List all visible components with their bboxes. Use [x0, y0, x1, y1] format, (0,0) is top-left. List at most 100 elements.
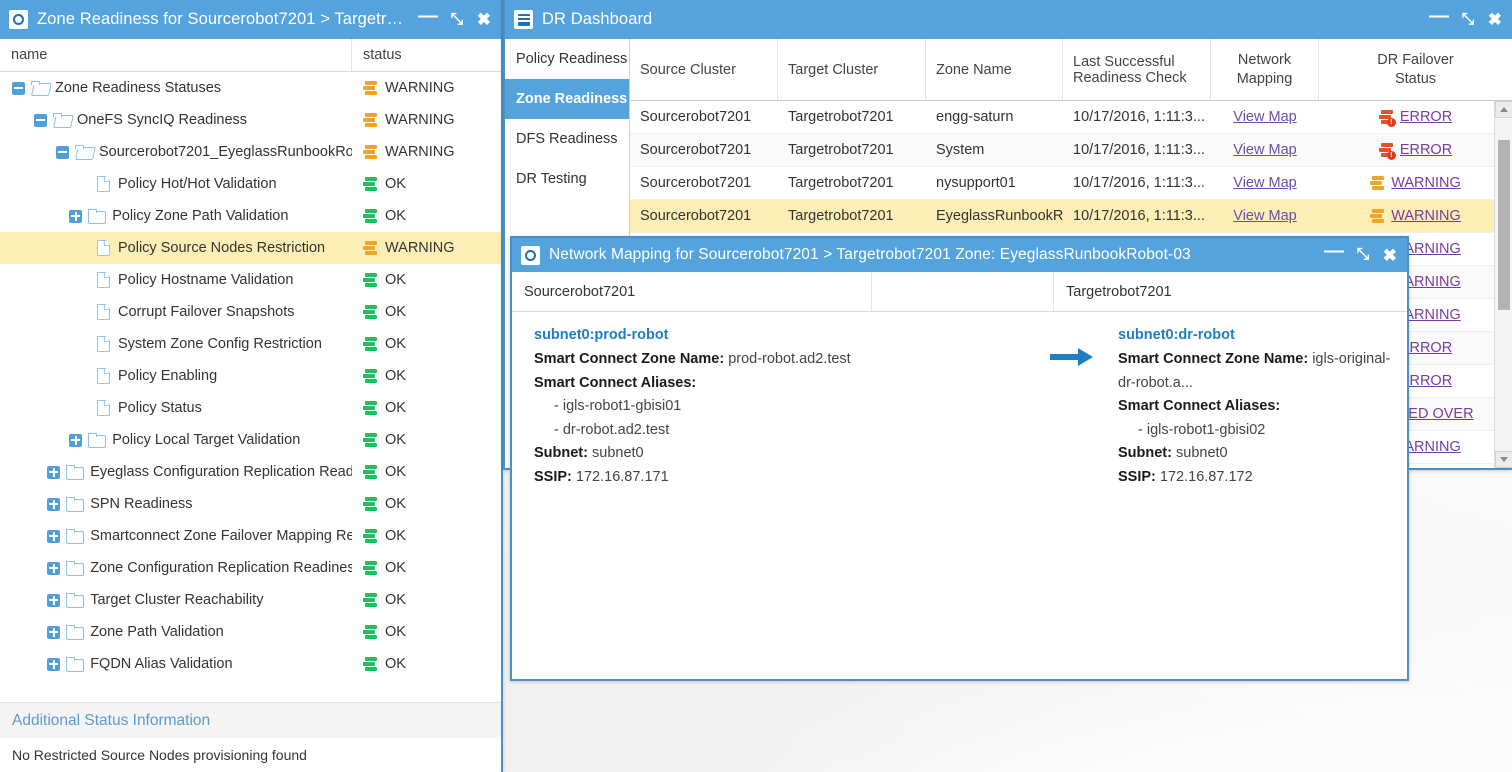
tree-row-status: OK [385, 432, 406, 448]
tree-column-headers: name status [0, 39, 501, 72]
collapse-icon[interactable] [12, 81, 25, 95]
tree-row[interactable]: System Zone Config Restriction OK [0, 328, 501, 360]
tree-row[interactable]: Policy Status OK [0, 392, 501, 424]
tree-row-label: Policy Zone Path Validation [112, 208, 289, 224]
expand-icon[interactable] [69, 209, 83, 223]
tree-row[interactable]: Policy Hot/Hot Validation OK [0, 168, 501, 200]
grid-row[interactable]: Sourcerobot7201 Targetrobot7201 engg-satur… [630, 101, 1512, 134]
cell-dr-failover-status: ERROR [1319, 134, 1512, 166]
expand-icon[interactable] [47, 625, 61, 639]
dr-failover-status-link[interactable]: ERROR [1400, 109, 1452, 125]
tab-policy-readiness[interactable]: Policy Readiness [505, 39, 629, 79]
tab-zone-readiness[interactable]: Zone Readiness [505, 79, 629, 119]
alias-item: - igls-robot1-gbisi02 [1138, 421, 1266, 438]
column-header-dr-failover-status[interactable]: DR Failover Status [1319, 39, 1512, 100]
tree-row[interactable]: SPN Readiness OK [0, 488, 501, 520]
tree-row-label: Policy Hostname Validation [118, 272, 294, 288]
source-subnet-title: subnet0:prod-robot [534, 327, 669, 343]
tree-row[interactable]: Zone Readiness Statuses WARNING [0, 72, 501, 104]
tree-row-status: OK [385, 560, 406, 576]
tree-row[interactable]: Zone Configuration Replication Readiness… [0, 552, 501, 584]
collapse-icon[interactable] [56, 145, 69, 159]
maximize-button[interactable]: ⤢ [451, 11, 464, 28]
maximize-button[interactable]: ⤢ [1462, 11, 1475, 28]
minimize-button[interactable]: — [1429, 6, 1449, 26]
cell-dr-failover-status: WARNING [1319, 167, 1512, 199]
minimize-button[interactable]: — [1324, 241, 1344, 261]
grid-row[interactable]: Sourcerobot7201 Targetrobot7201 EyeglassRu… [630, 200, 1512, 233]
source-subnet-label: Subnet: [534, 445, 588, 462]
tree-row[interactable]: Policy Hostname Validation OK [0, 264, 501, 296]
minimize-button[interactable]: — [418, 6, 438, 26]
column-header-source-cluster[interactable]: Source Cluster [630, 39, 778, 100]
cell-network-mapping: View Map [1211, 134, 1319, 166]
tree-row[interactable]: Eyeglass Configuration Replication Readi… [0, 456, 501, 488]
close-button[interactable]: ✖ [1383, 247, 1397, 264]
view-map-link[interactable]: View Map [1233, 208, 1296, 224]
tree-row-label: Eyeglass Configuration Replication Readi… [90, 464, 352, 480]
view-map-link[interactable]: View Map [1233, 109, 1296, 125]
expand-icon[interactable] [47, 529, 61, 543]
status-ok-icon [363, 400, 378, 416]
status-ok-icon [363, 368, 378, 384]
column-header-target-cluster[interactable]: Target Cluster [778, 39, 926, 100]
tab-dfs-readiness[interactable]: DFS Readiness [505, 119, 629, 159]
view-map-link[interactable]: View Map [1233, 175, 1296, 191]
grid-row[interactable]: Sourcerobot7201 Targetrobot7201 nysupport0… [630, 167, 1512, 200]
cell-network-mapping: View Map [1211, 101, 1319, 133]
cell-dr-failover-status: ERROR [1319, 101, 1512, 133]
scrollbar-track[interactable] [1495, 118, 1512, 451]
folder-icon [66, 465, 85, 480]
view-map-link[interactable]: View Map [1233, 142, 1296, 158]
expand-icon[interactable] [47, 465, 61, 479]
grid-row[interactable]: Sourcerobot7201 Targetrobot7201 System 10/1… [630, 134, 1512, 167]
app-window-icon [521, 245, 540, 265]
dr-failover-status-link[interactable]: WARNING [1391, 175, 1461, 191]
zone-readiness-window: Zone Readiness for Sourcerobot7201 > Tar… [0, 0, 503, 772]
grid-vertical-scrollbar[interactable] [1494, 101, 1512, 468]
tree-row[interactable]: Policy Enabling OK [0, 360, 501, 392]
tree-row[interactable]: OneFS SyncIQ Readiness WARNING [0, 104, 501, 136]
scroll-down-button[interactable] [1494, 451, 1512, 468]
expand-icon[interactable] [47, 497, 61, 511]
scrollbar-thumb[interactable] [1497, 140, 1510, 310]
expand-icon[interactable] [69, 433, 83, 447]
tree-row[interactable]: Policy Source Nodes Restriction WARNING [0, 232, 501, 264]
column-header-last-successful-readiness-check[interactable]: Last Successful Readiness Check [1063, 39, 1211, 100]
tree-row[interactable]: Target Cluster Reachability OK [0, 584, 501, 616]
document-icon [97, 336, 110, 352]
source-ssip-row: SSIP: 172.16.87.171 [534, 466, 1032, 489]
status-ok-icon [363, 304, 378, 320]
target-subnet-label: Subnet: [1118, 445, 1172, 462]
tree-row[interactable]: Smartconnect Zone Failover Mapping Rea..… [0, 520, 501, 552]
folder-icon [66, 625, 85, 640]
tree-row-status: OK [385, 464, 406, 480]
tab-dr-testing[interactable]: DR Testing [505, 159, 629, 199]
column-header-network-mapping[interactable]: Network Mapping [1211, 39, 1319, 100]
dr-failover-status-link[interactable]: WARNING [1391, 208, 1461, 224]
close-button[interactable]: ✖ [1488, 11, 1502, 28]
tree-row[interactable]: Corrupt Failover Snapshots OK [0, 296, 501, 328]
expand-icon[interactable] [47, 593, 61, 607]
tree-row[interactable]: Policy Zone Path Validation OK [0, 200, 501, 232]
column-header-zone-name[interactable]: Zone Name [926, 39, 1063, 100]
maximize-button[interactable]: ⤢ [1357, 246, 1370, 263]
tree-row-label: Policy Hot/Hot Validation [118, 176, 277, 192]
expand-icon[interactable] [47, 561, 61, 575]
dr-failover-status-link[interactable]: ERROR [1400, 142, 1452, 158]
column-header-status[interactable]: status [352, 39, 501, 71]
tree-row[interactable]: FQDN Alias Validation OK [0, 648, 501, 680]
tree-row-status: WARNING [385, 112, 455, 128]
expand-icon[interactable] [47, 657, 61, 671]
tree-row[interactable]: Zone Path Validation OK [0, 616, 501, 648]
cell-network-mapping: View Map [1211, 167, 1319, 199]
close-button[interactable]: ✖ [477, 11, 491, 28]
additional-status-body: No Restricted Source Nodes provisioning … [0, 738, 501, 772]
column-header-name[interactable]: name [0, 39, 352, 71]
tree-row[interactable]: Sourcerobot7201_EyeglassRunbookRo... WARN… [0, 136, 501, 168]
tree-row-label: Smartconnect Zone Failover Mapping Rea..… [90, 528, 352, 544]
tree-row[interactable]: Policy Local Target Validation OK [0, 424, 501, 456]
scroll-up-button[interactable] [1494, 101, 1512, 118]
collapse-icon[interactable] [34, 113, 47, 127]
